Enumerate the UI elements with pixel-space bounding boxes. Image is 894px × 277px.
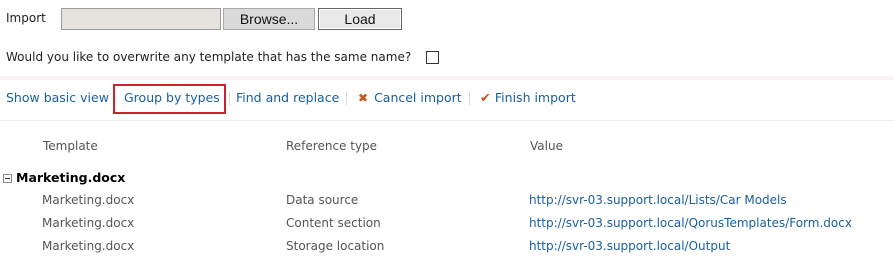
- table-row-value-link[interactable]: http://svr-03.support.local/Output: [529, 239, 730, 253]
- table-row-reference-type: Data source: [286, 193, 359, 207]
- table-row-template: Marketing.docx: [42, 193, 135, 207]
- toolbar-bottom-divider: [0, 120, 894, 121]
- cancel-import-label: Cancel import: [374, 90, 462, 105]
- group-row: Marketing.docx: [0, 169, 894, 187]
- show-basic-view-link[interactable]: Show basic view: [6, 90, 109, 105]
- header-template: Template: [43, 139, 98, 153]
- header-reference-type: Reference type: [286, 139, 378, 153]
- header-value: Value: [530, 139, 563, 153]
- table-row-template: Marketing.docx: [42, 239, 135, 253]
- cancel-import-link[interactable]: ✖ Cancel import: [358, 90, 462, 105]
- finish-import-link[interactable]: ✔ Finish import: [480, 90, 576, 106]
- import-templates-page: Import Browse... Load Would you like to …: [0, 0, 894, 277]
- table-row-value-link[interactable]: http://svr-03.support.local/Lists/Car Mo…: [529, 193, 787, 207]
- toolbar-divider: [346, 92, 347, 105]
- overwrite-question: Would you like to overwrite any template…: [6, 50, 412, 64]
- section-divider: [0, 76, 894, 80]
- overwrite-checkbox[interactable]: [426, 51, 439, 64]
- import-label: Import: [6, 11, 46, 25]
- group-by-types-highlight: [113, 84, 226, 114]
- finish-import-label: Finish import: [494, 90, 576, 105]
- find-and-replace-link[interactable]: Find and replace: [236, 90, 339, 105]
- table-row-reference-type: Content section: [286, 216, 381, 230]
- cancel-x-icon: ✖: [358, 91, 369, 105]
- file-path-input[interactable]: [61, 8, 221, 30]
- toolbar-divider: [229, 92, 230, 105]
- checkmark-icon: ✔: [480, 91, 491, 106]
- group-name: Marketing.docx: [16, 170, 126, 185]
- table-row-reference-type: Storage location: [286, 239, 385, 253]
- import-row: Import Browse... Load: [0, 8, 894, 32]
- load-button[interactable]: Load: [318, 8, 402, 30]
- collapse-minus-icon[interactable]: [3, 174, 12, 183]
- table-row-template: Marketing.docx: [42, 216, 135, 230]
- table-row-value-link[interactable]: http://svr-03.support.local/QorusTemplat…: [529, 216, 852, 230]
- toolbar-divider: [469, 92, 470, 105]
- browse-button[interactable]: Browse...: [223, 8, 315, 30]
